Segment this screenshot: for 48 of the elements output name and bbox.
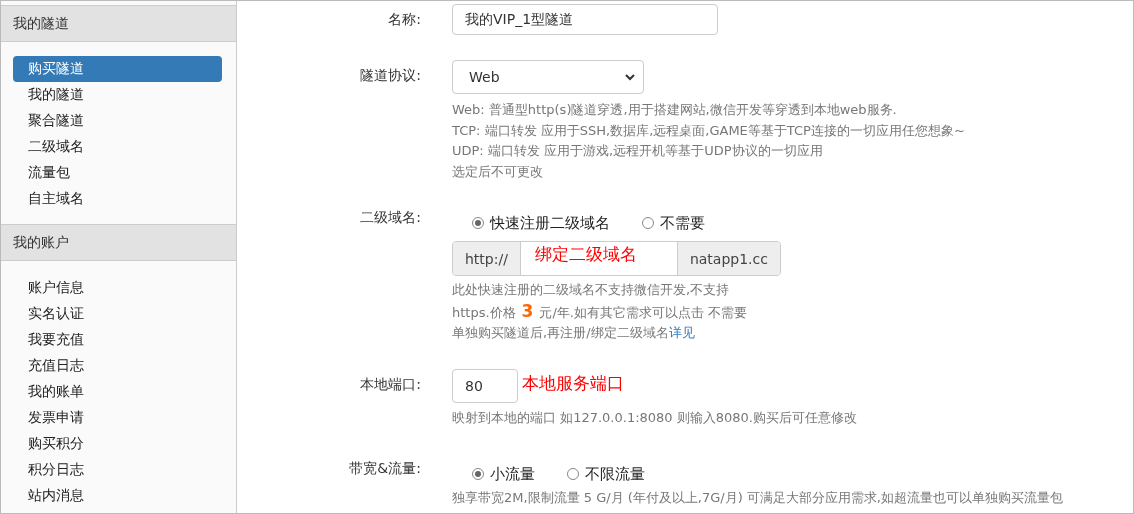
help-text: https.价格 3 元/年.如有其它需求可以点击 不需要 (452, 300, 749, 323)
help-text: 单独购买隧道后,再注册/绑定二级域名详见 (452, 324, 696, 342)
sidebar-item[interactable]: 我要充值 (13, 327, 222, 353)
radio-option[interactable]: 快速注册二级域名 (472, 209, 610, 237)
help-text: UDP: 端口转发 应用于游戏,远程开机等基于UDP协议的一切应用 (452, 142, 824, 160)
sidebar-item[interactable]: 充值日志 (13, 353, 222, 379)
field-label: 名称: (387, 10, 421, 29)
port-field[interactable]: 80 (452, 368, 518, 403)
field-label: 带宽&流量: (348, 459, 421, 478)
sidebar-item[interactable]: 流量包 (13, 160, 222, 186)
details-link[interactable]: 详见 (668, 325, 695, 340)
sidebar-section-header: 我的账户 (1, 224, 236, 261)
help-text: 映射到本地的端口 如127.0.0.1:8080 则输入8080.购买后可任意修改 (452, 408, 857, 427)
sidebar-item[interactable]: 站内消息 (13, 483, 222, 509)
radio-checked-icon[interactable] (472, 217, 484, 229)
help-text: 此处快速注册的二级域名不支持微信开发,不支持 (452, 281, 731, 299)
radio-unchecked-icon[interactable] (642, 217, 654, 229)
help-text: Web: 普通型http(s)隧道穿透,用于搭建网站,微信开发等穿透到本地web服务. (452, 101, 898, 119)
help-text: 选定后不可更改 (452, 162, 544, 181)
chevron-down-icon (625, 73, 635, 81)
sidebar-item[interactable]: 购买积分 (13, 431, 222, 457)
annotation-text: 本地服务端口 (522, 371, 624, 395)
sidebar-item[interactable]: 实名认证 (13, 301, 222, 327)
sidebar-item[interactable]: 自主域名 (13, 186, 222, 212)
prefix-addon: http:// (453, 242, 520, 275)
sidebar-item[interactable]: 我的隧道 (13, 82, 222, 108)
protocol-select[interactable]: Web (452, 60, 644, 94)
radio-option[interactable]: 不需要 (642, 209, 705, 237)
subdomain-field[interactable]: 绑定二级域名 (519, 242, 678, 275)
sidebar-item[interactable]: 我的账单 (13, 379, 222, 405)
sidebar-item[interactable]: 发票申请 (13, 405, 222, 431)
name-field[interactable]: 我的VIP_1型隧道 (452, 4, 718, 35)
sidebar-item[interactable]: 二级域名 (13, 134, 222, 160)
radio-option[interactable]: 小流量 (472, 460, 535, 488)
suffix-addon: natapp1.cc (677, 242, 780, 275)
field-label: 隧道协议: (359, 66, 421, 85)
sidebar-item[interactable]: 购买隧道 (13, 56, 222, 82)
sidebar-section-header: 我的隧道 (1, 5, 236, 42)
sidebar-item[interactable]: 账户信息 (13, 275, 222, 301)
field-label: 本地端口: (359, 374, 421, 394)
radio-unchecked-icon[interactable] (567, 468, 579, 480)
help-text: 独享带宽2M,限制流量 5 G/月 (年付及以上,7G/月) 可满足大部分应用需求,如超流量也可以单独购买流量包 (452, 489, 1063, 507)
sidebar-item[interactable]: 积分日志 (13, 457, 222, 483)
help-text: TCP: 端口转发 应用于SSH,数据库,远程桌面,GAME等基于TCP连接的一切应用任您想象~ (452, 121, 965, 140)
sidebar-item[interactable]: 聚合隧道 (13, 108, 222, 134)
field-label: 二级域名: (359, 208, 421, 227)
radio-option[interactable]: 不限流量 (567, 460, 645, 488)
radio-checked-icon[interactable] (472, 468, 484, 480)
